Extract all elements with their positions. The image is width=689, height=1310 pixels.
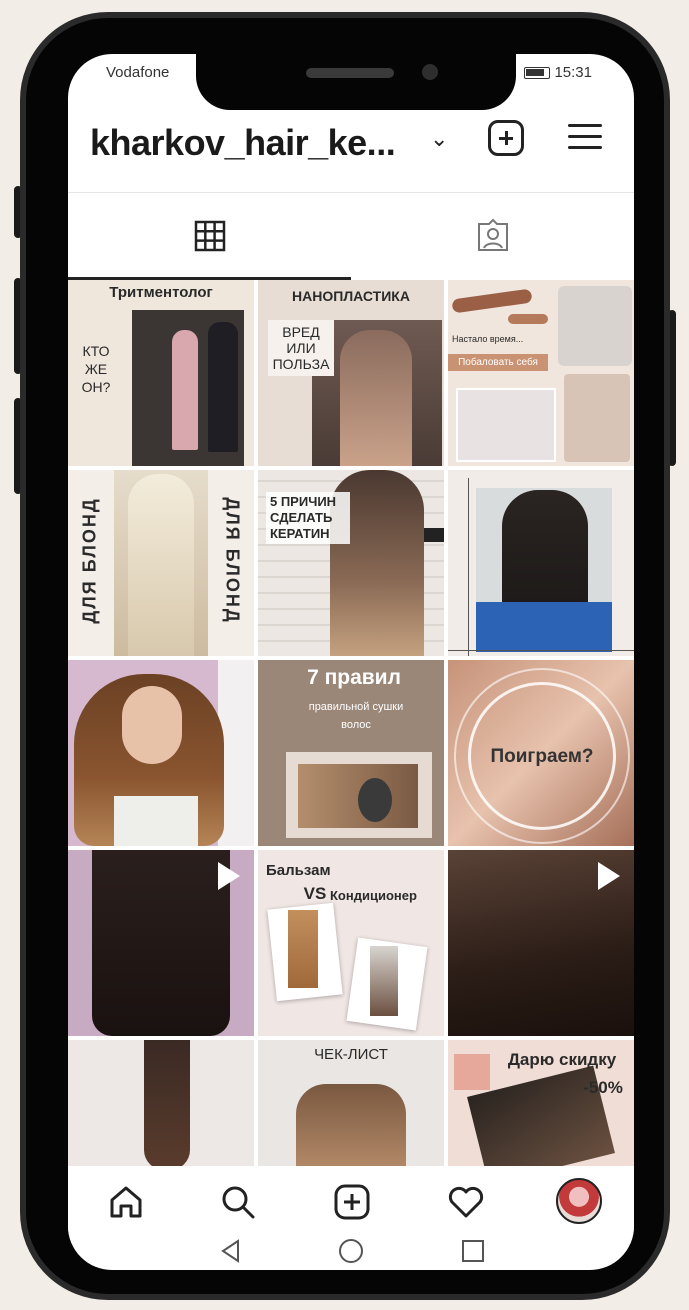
post-tile[interactable] xyxy=(68,850,254,1036)
post-tile[interactable] xyxy=(68,660,254,846)
tab-grid[interactable] xyxy=(68,193,351,279)
front-camera xyxy=(422,64,438,80)
nav-home[interactable] xyxy=(104,1180,148,1224)
grid-icon xyxy=(194,220,225,252)
notch xyxy=(196,54,516,110)
search-icon xyxy=(222,1186,255,1219)
battery-icon xyxy=(524,66,551,79)
heart-icon xyxy=(448,1186,484,1218)
add-post-icon xyxy=(334,1184,370,1220)
post-tile[interactable] xyxy=(448,850,634,1036)
tile-title: Дарю скидку xyxy=(507,1050,617,1069)
nav-activity[interactable] xyxy=(444,1180,488,1224)
video-icon xyxy=(218,862,240,890)
avatar xyxy=(556,1178,602,1224)
video-icon xyxy=(598,862,620,890)
post-tile[interactable]: Тритментолог КТО ЖЕ ОН? xyxy=(68,280,254,466)
menu-icon[interactable] xyxy=(568,122,602,152)
speaker xyxy=(306,68,394,78)
tile-vertical-right: ДЛЯ БЛОНД xyxy=(222,497,243,624)
post-tile[interactable]: Дарю скидку -50% xyxy=(448,1040,634,1166)
phone-screen: Vodafone 15:31 kharkov_hair_ke... ⌄ Трит… xyxy=(68,54,634,1270)
post-tile[interactable]: ДЛЯ БЛОНД ДЛЯ БЛОНД xyxy=(68,470,254,656)
nav-search[interactable] xyxy=(216,1180,260,1224)
home-icon xyxy=(110,1186,142,1218)
nav-create[interactable] xyxy=(330,1180,374,1224)
home-circle-icon[interactable] xyxy=(338,1238,364,1264)
new-post-button[interactable] xyxy=(488,120,524,156)
tile-vs: VS xyxy=(303,884,327,903)
carrier-label: Vodafone xyxy=(106,64,170,81)
back-icon[interactable] xyxy=(218,1238,244,1264)
tile-title: Тритментолог xyxy=(109,284,213,301)
nav-profile[interactable] xyxy=(554,1176,604,1226)
post-tile[interactable] xyxy=(448,470,634,656)
tile-text: 5 ПРИЧИН СДЕЛАТЬ КЕРАТИН xyxy=(266,492,350,544)
tab-tagged[interactable] xyxy=(351,193,634,279)
post-tile[interactable]: 5 ПРИЧИН СДЕЛАТЬ КЕРАТИН xyxy=(258,470,444,656)
tile-text: Поиграем? xyxy=(490,746,594,767)
tile-discount: -50% xyxy=(583,1078,623,1097)
post-tile[interactable] xyxy=(68,1040,254,1166)
recents-icon[interactable] xyxy=(460,1238,486,1264)
tile-line2: Кондиционер xyxy=(330,888,417,903)
post-tile[interactable]: Бальзам VS Кондиционер xyxy=(258,850,444,1036)
post-tile[interactable]: ЧЕК-ЛИСТ xyxy=(258,1040,444,1166)
tile-title: 7 правил xyxy=(307,666,401,689)
post-tile[interactable]: 7 правил правильной сушки волос xyxy=(258,660,444,846)
posts-grid: Тритментолог КТО ЖЕ ОН? НАНОПЛАСТИКА ВРЕ… xyxy=(68,280,634,1166)
clock: 15:31 xyxy=(554,64,592,81)
tile-subtitle: правильной сушки волос xyxy=(308,701,404,731)
tagged-person-icon xyxy=(477,218,508,251)
phone-frame: Vodafone 15:31 kharkov_hair_ke... ⌄ Трит… xyxy=(20,12,670,1300)
bottom-navigation xyxy=(68,1166,634,1244)
system-navigation xyxy=(68,1234,634,1270)
profile-header: kharkov_hair_ke... ⌄ xyxy=(68,110,634,176)
tile-line1: Настало время... xyxy=(452,334,524,344)
profile-tabs xyxy=(68,192,634,282)
post-tile[interactable]: Поиграем? xyxy=(448,660,634,846)
post-tile[interactable]: НАНОПЛАСТИКА ВРЕД ИЛИ ПОЛЬЗА xyxy=(258,280,444,466)
chevron-down-icon[interactable]: ⌄ xyxy=(430,126,448,152)
tile-vertical-left: ДЛЯ БЛОНД xyxy=(79,497,100,624)
profile-username[interactable]: kharkov_hair_ke... xyxy=(90,122,396,164)
tile-line1: Бальзам xyxy=(266,862,331,879)
tile-title: НАНОПЛАСТИКА xyxy=(292,288,410,304)
tile-side-text: КТО ЖЕ ОН? xyxy=(81,343,111,395)
post-tile[interactable]: Настало время... Побаловать себя xyxy=(448,280,634,466)
status-right: 15:31 xyxy=(524,64,592,81)
tile-side-text: ВРЕД ИЛИ ПОЛЬЗА xyxy=(268,320,334,376)
tile-line2: Побаловать себя xyxy=(448,354,548,371)
tile-title: ЧЕК-ЛИСТ xyxy=(314,1046,388,1063)
